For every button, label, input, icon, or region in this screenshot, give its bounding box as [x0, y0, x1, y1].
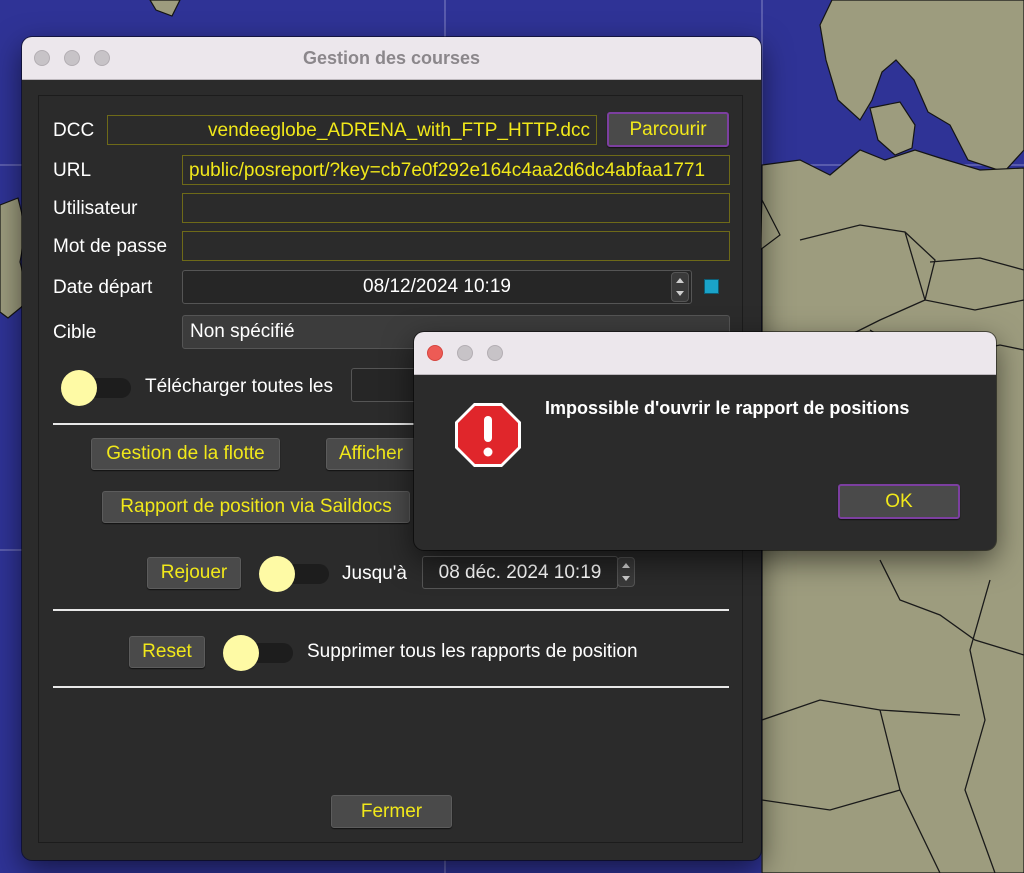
start-date-label: Date départ: [53, 277, 153, 298]
alert-minimize-button[interactable]: [457, 345, 473, 361]
error-alert-dialog: Impossible d'ouvrir le rapport de positi…: [414, 332, 996, 550]
start-date-stepper[interactable]: [671, 272, 689, 302]
replay-toggle[interactable]: [259, 556, 331, 592]
dcc-label: DCC: [53, 120, 95, 141]
fleet-management-button[interactable]: Gestion de la flotte: [91, 438, 280, 470]
password-field[interactable]: [182, 231, 730, 261]
separator-2: [53, 609, 729, 611]
delete-reports-label: Supprimer tous les rapports de position: [307, 641, 638, 662]
start-date-field[interactable]: 08/12/2024 10:19: [182, 270, 692, 304]
browse-button[interactable]: Parcourir: [607, 112, 729, 147]
separator-3: [53, 686, 729, 688]
download-toggle[interactable]: [61, 370, 133, 406]
main-titlebar: Gestion des courses: [22, 37, 761, 80]
url-field[interactable]: public/posreport/?key=cb7e0f292e164c4aa2…: [182, 155, 730, 185]
start-date-indicator[interactable]: [704, 279, 719, 294]
url-label: URL: [53, 160, 92, 181]
window-title: Gestion des courses: [302, 48, 481, 68]
until-date-stepper[interactable]: [617, 557, 635, 587]
ok-button[interactable]: OK: [838, 484, 960, 519]
password-label: Mot de passe: [53, 236, 168, 257]
target-label: Cible: [53, 322, 97, 343]
alert-zoom-button[interactable]: [487, 345, 503, 361]
reset-button[interactable]: Reset: [129, 636, 205, 668]
alert-titlebar: [414, 332, 996, 375]
close-button[interactable]: Fermer: [331, 795, 452, 828]
stop-alert-icon: [455, 403, 521, 467]
user-label: Utilisateur: [53, 198, 138, 219]
alert-close-button[interactable]: [427, 345, 443, 361]
show-button[interactable]: Afficher: [326, 438, 416, 470]
delete-reports-toggle[interactable]: [223, 635, 295, 671]
alert-message: Impossible d'ouvrir le rapport de positi…: [545, 398, 910, 418]
user-field[interactable]: [182, 193, 730, 223]
saildocs-report-button[interactable]: Rapport de position via Saildocs: [102, 491, 410, 523]
until-date-field[interactable]: 08 déc. 2024 10:19: [422, 556, 618, 589]
download-label: Télécharger toutes les: [145, 376, 333, 397]
dcc-field[interactable]: vendeeglobe_ADRENA_with_FTP_HTTP.dcc: [107, 115, 597, 145]
until-label: Jusqu'à: [342, 563, 407, 584]
replay-button[interactable]: Rejouer: [147, 557, 241, 589]
